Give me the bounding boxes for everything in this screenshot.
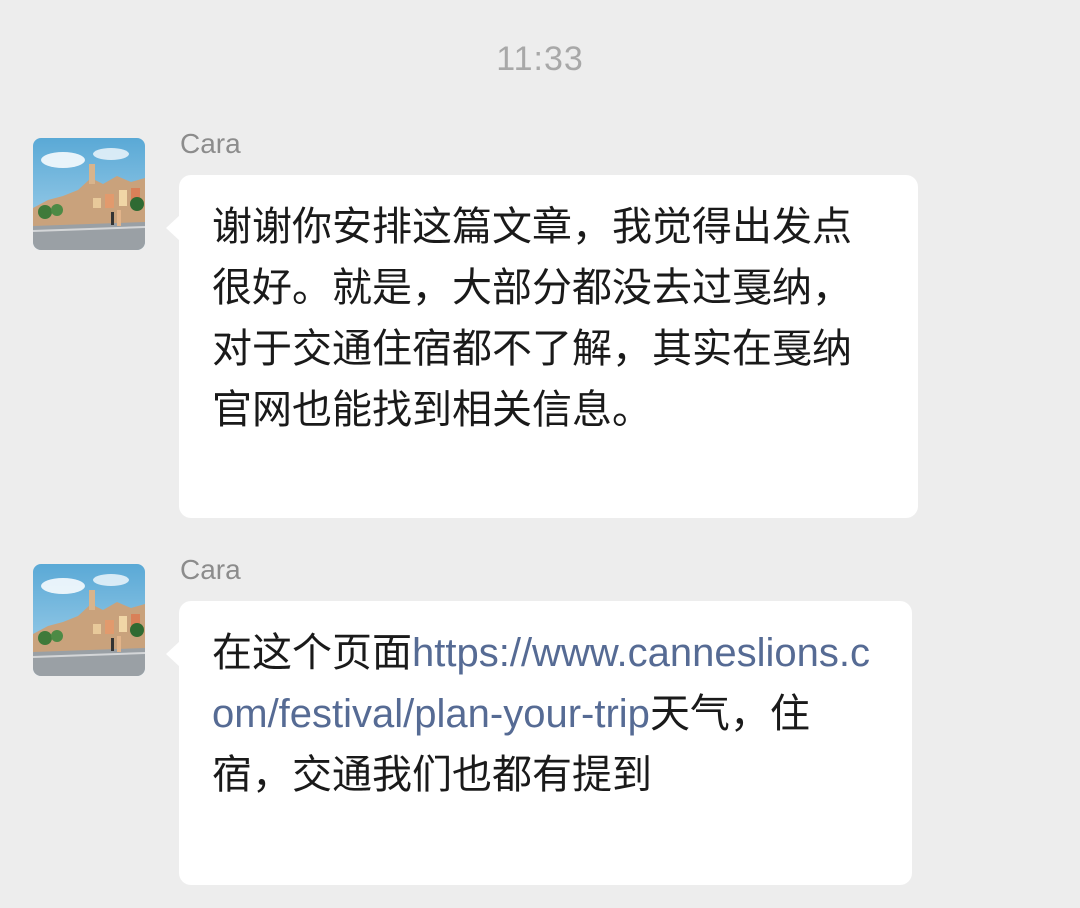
- message-bubble[interactable]: 谢谢你安排这篇文章，我觉得出发点很好。就是，大部分都没去过戛纳，对于交通住宿都不…: [166, 175, 918, 518]
- avatar-photo-icon: [33, 138, 145, 250]
- sender-avatar[interactable]: [33, 138, 145, 250]
- sender-name: Cara: [180, 128, 241, 159]
- avatar-photo-icon: [33, 564, 145, 676]
- message-bubble[interactable]: 在这个页面https://www.canneslions.com/festiva…: [166, 601, 912, 885]
- sender-name: Cara: [180, 554, 241, 585]
- chat-timestamp: 11:33: [496, 40, 584, 78]
- message-text: 谢谢你安排这篇文章，我觉得出发点很好。就是，大部分都没去过戛纳，对于交通住宿都不…: [212, 204, 852, 433]
- message-text-before-link: 在这个页面: [212, 630, 412, 676]
- message-text: 在这个页面https://www.canneslions.com/festiva…: [212, 623, 884, 806]
- sender-avatar[interactable]: [33, 564, 145, 676]
